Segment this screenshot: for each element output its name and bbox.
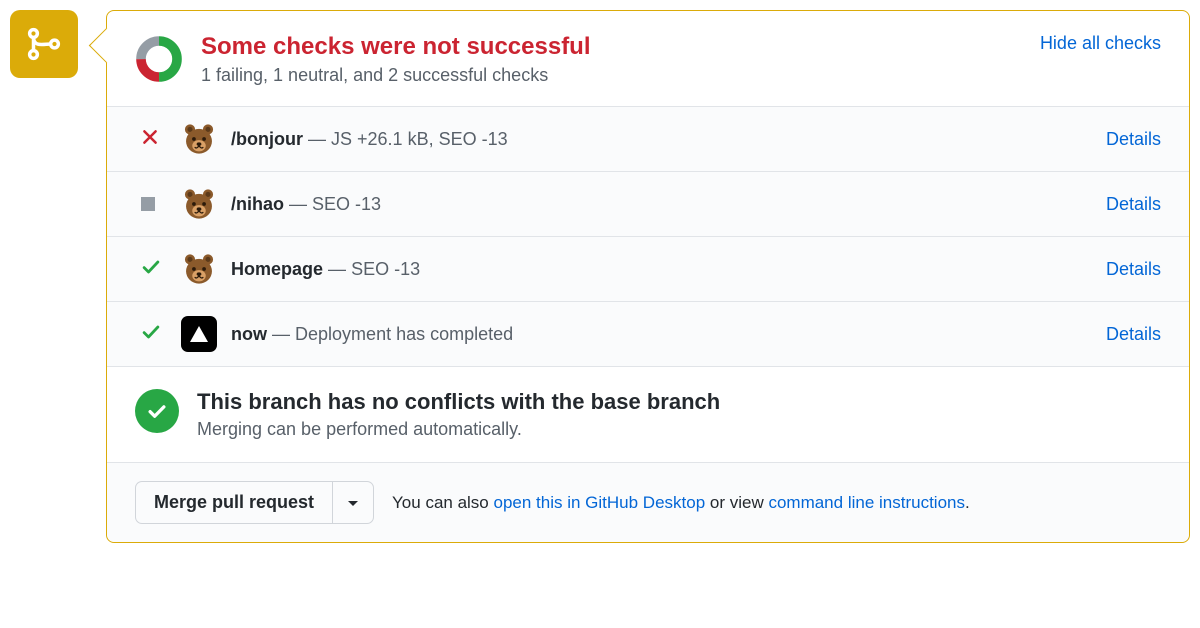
merge-conflict-status: This branch has no conflicts with the ba… xyxy=(107,367,1189,463)
check-summary: SEO -13 xyxy=(312,194,381,214)
check-name: Homepage xyxy=(231,259,323,279)
check-summary: JS +26.1 kB, SEO -13 xyxy=(331,129,508,149)
check-text: /nihao — SEO -13 xyxy=(231,194,381,215)
bear-app-icon xyxy=(181,121,217,157)
neutral-icon xyxy=(141,197,155,211)
checks-summary: Some checks were not successful 1 failin… xyxy=(107,11,1189,107)
pass-icon xyxy=(141,322,161,347)
success-badge-icon xyxy=(135,389,179,433)
merge-footer: Merge pull request You can also open thi… xyxy=(107,463,1189,542)
pass-icon xyxy=(141,257,161,282)
merge-dropdown-button[interactable] xyxy=(332,481,374,524)
check-details-link[interactable]: Details xyxy=(1106,324,1161,345)
check-name: /bonjour xyxy=(231,129,303,149)
checks-summary-subtitle: 1 failing, 1 neutral, and 2 successful c… xyxy=(201,65,591,86)
check-row: /bonjour — JS +26.1 kB, SEO -13 Details xyxy=(107,107,1189,172)
check-row: now — Deployment has completed Details xyxy=(107,302,1189,367)
checks-panel: Some checks were not successful 1 failin… xyxy=(106,10,1190,543)
check-summary: SEO -13 xyxy=(351,259,420,279)
hide-all-checks-link[interactable]: Hide all checks xyxy=(1040,33,1161,54)
merge-pull-request-button[interactable]: Merge pull request xyxy=(135,481,332,524)
merge-button-group: Merge pull request xyxy=(135,481,374,524)
chevron-down-icon xyxy=(347,500,359,508)
merge-status-subtitle: Merging can be performed automatically. xyxy=(197,419,720,440)
merge-commit-icon xyxy=(10,10,78,78)
merge-footer-text: You can also open this in GitHub Desktop… xyxy=(392,493,970,513)
bear-app-icon xyxy=(181,186,217,222)
bear-app-icon xyxy=(181,251,217,287)
status-donut-icon xyxy=(135,35,183,83)
check-name: now xyxy=(231,324,267,344)
check-text: now — Deployment has completed xyxy=(231,324,513,345)
check-text: /bonjour — JS +26.1 kB, SEO -13 xyxy=(231,129,508,150)
check-row: Homepage — SEO -13 Details xyxy=(107,237,1189,302)
check-name: /nihao xyxy=(231,194,284,214)
cli-instructions-link[interactable]: command line instructions xyxy=(768,493,965,512)
check-text: Homepage — SEO -13 xyxy=(231,259,420,280)
check-row: /nihao — SEO -13 Details xyxy=(107,172,1189,237)
checks-summary-title: Some checks were not successful xyxy=(201,33,591,61)
fail-icon xyxy=(141,128,159,151)
check-details-link[interactable]: Details xyxy=(1106,259,1161,280)
check-details-link[interactable]: Details xyxy=(1106,194,1161,215)
check-summary: Deployment has completed xyxy=(295,324,513,344)
now-app-icon xyxy=(181,316,217,352)
merge-status-title: This branch has no conflicts with the ba… xyxy=(197,389,720,415)
open-desktop-link[interactable]: open this in GitHub Desktop xyxy=(493,493,705,512)
check-details-link[interactable]: Details xyxy=(1106,129,1161,150)
